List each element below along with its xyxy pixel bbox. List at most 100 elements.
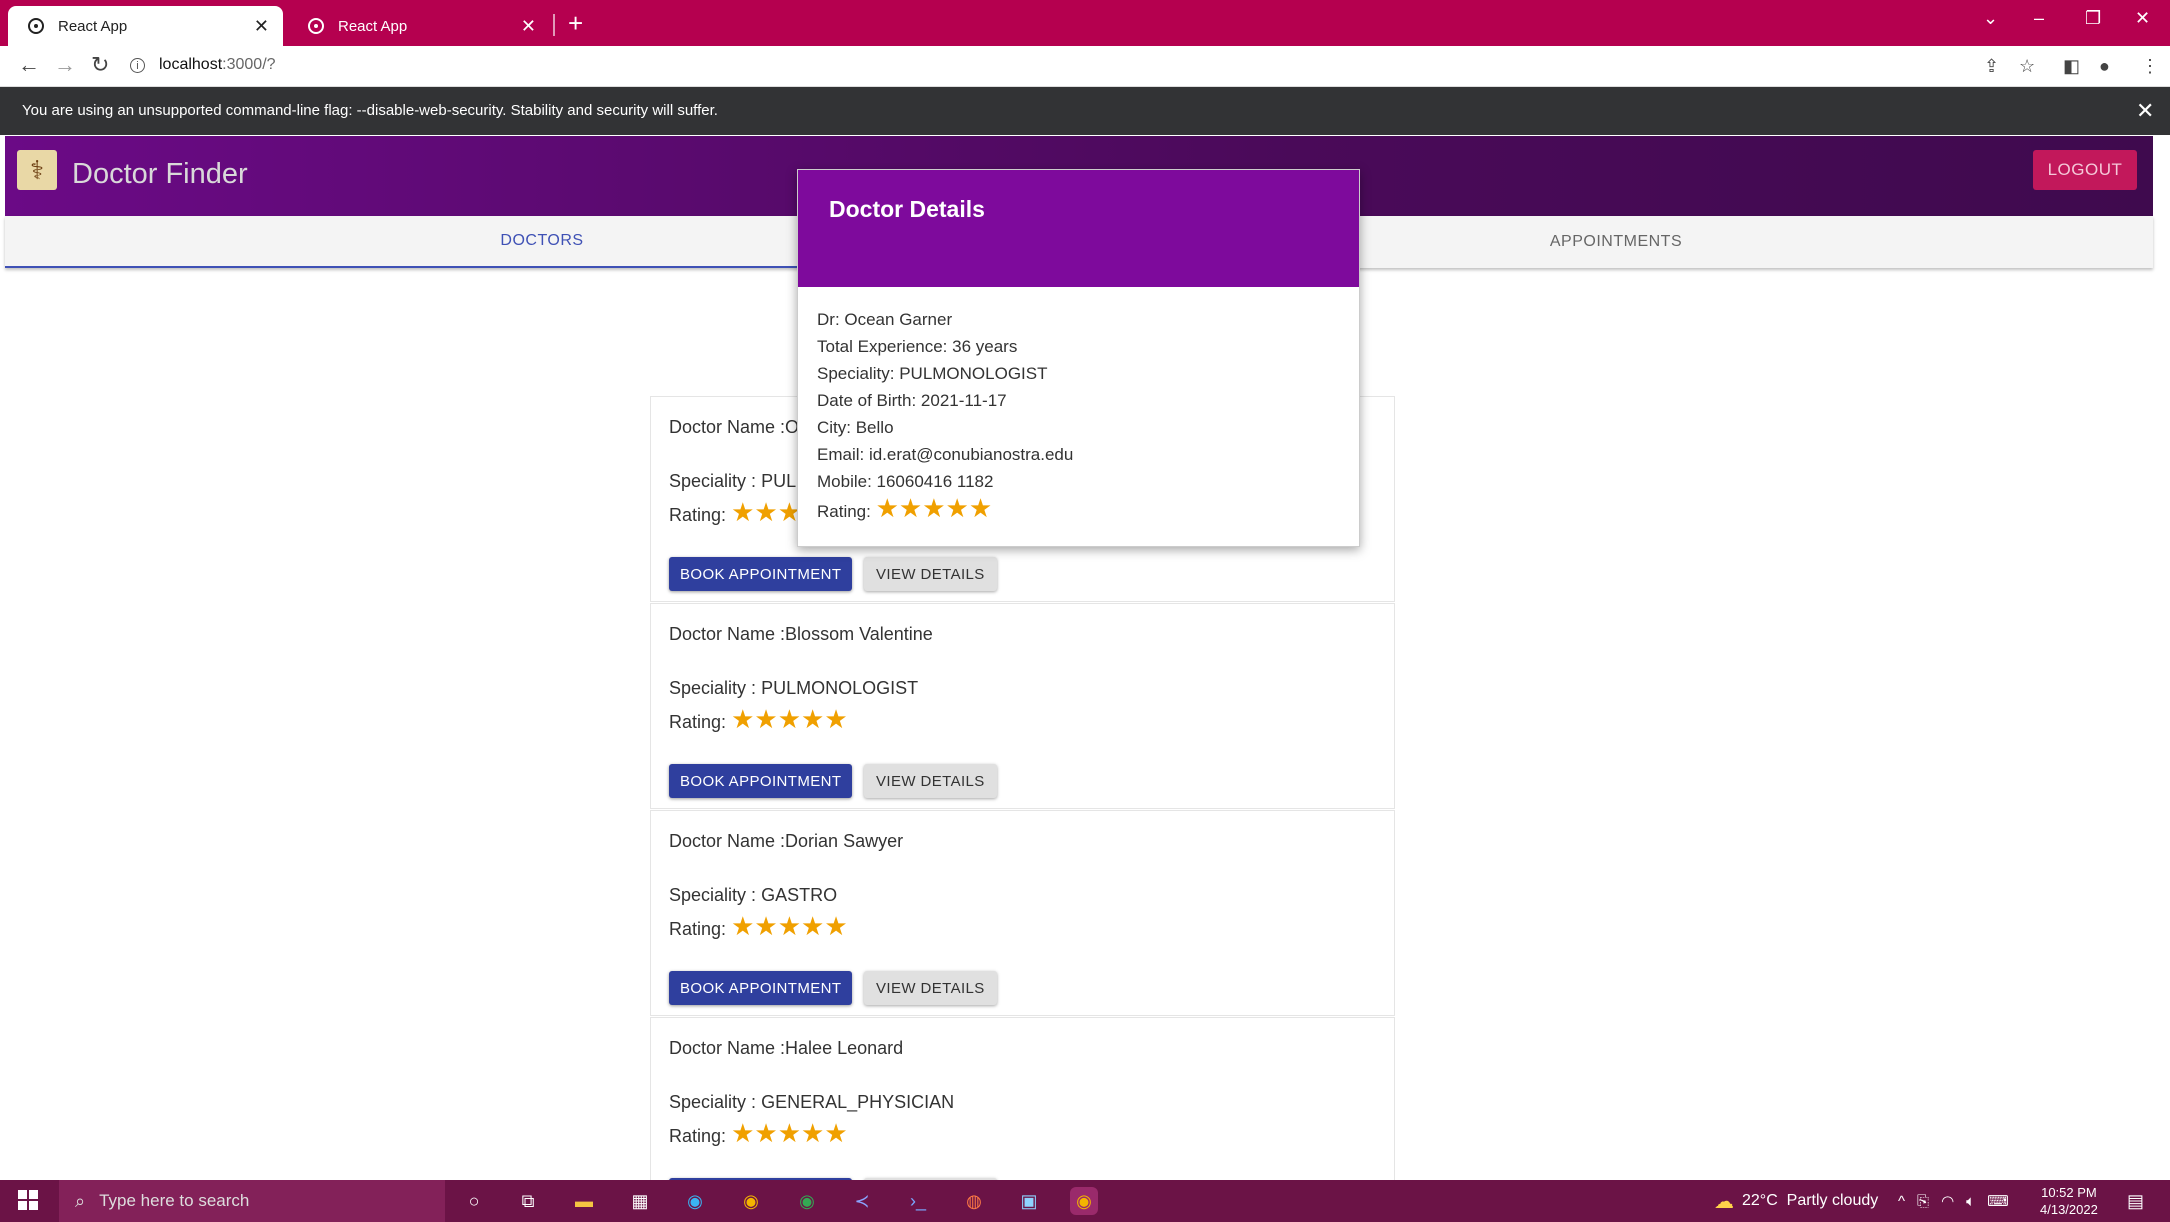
task-view-icon[interactable]: ⧉: [514, 1187, 542, 1215]
wifi-icon[interactable]: ◠: [1941, 1192, 1954, 1210]
tray-chevron-up-icon[interactable]: ^: [1898, 1193, 1905, 1210]
doctor-name: Doctor Name :O: [669, 417, 799, 438]
book-appointment-button[interactable]: BOOK APPOINTMENT: [669, 971, 853, 1005]
star-icon: ★: [754, 1118, 778, 1148]
rating-label: Rating:: [669, 1126, 727, 1146]
view-details-button[interactable]: VIEW DETAILS: [864, 971, 997, 1005]
taskbar-search[interactable]: ⌕ Type here to search: [59, 1180, 445, 1222]
star-icon: ★: [731, 1118, 755, 1148]
site-info-icon[interactable]: i: [130, 57, 145, 73]
powershell-icon[interactable]: ›_: [904, 1187, 932, 1215]
star-icon: ★: [898, 493, 923, 523]
book-appointment-button[interactable]: BOOK APPOINTMENT: [669, 557, 853, 591]
star-icon: ★: [754, 704, 778, 734]
share-icon[interactable]: ⇪: [1984, 56, 1999, 77]
star-icon: ★: [875, 493, 899, 523]
clock-time: 10:52 PM: [2041, 1185, 2097, 1200]
vscode-icon[interactable]: ≺: [848, 1187, 876, 1215]
file-explorer-icon[interactable]: ▬: [570, 1187, 598, 1215]
usb-icon[interactable]: ⎘: [1917, 1193, 1929, 1210]
windows-start-icon[interactable]: [18, 1190, 38, 1210]
back-arrow-icon[interactable]: ←: [18, 52, 40, 78]
star-icon: ★: [777, 911, 801, 941]
doctor-name: Doctor Name :Halee Leonard: [669, 1038, 903, 1059]
doctor-speciality: Speciality : GASTRO: [669, 885, 837, 906]
side-panel-icon[interactable]: ◧: [2063, 56, 2080, 77]
doctor-speciality: Speciality : PULMONOLOGIST: [669, 678, 918, 699]
rating-label: Rating:: [669, 712, 727, 732]
speciality-value: GENERAL_PHYSICIAN: [761, 1092, 955, 1112]
minimize-icon[interactable]: –: [2034, 8, 2044, 29]
window-close-icon[interactable]: ✕: [2135, 8, 2150, 29]
star-icon: ★: [824, 704, 848, 734]
tab-title: React App: [338, 17, 408, 35]
edge-icon[interactable]: ◉: [681, 1187, 709, 1215]
url-field[interactable]: i localhost:3000/?: [130, 50, 1970, 80]
new-tab-plus-icon[interactable]: +: [568, 8, 583, 39]
volume-icon[interactable]: 🔈︎: [1966, 1193, 1975, 1210]
weather-temp: 22°C: [1742, 1192, 1778, 1209]
profile-icon[interactable]: ●: [2099, 56, 2110, 77]
chrome-icon[interactable]: ◉: [737, 1187, 765, 1215]
doctor-name-prefix: Doctor Name :: [669, 624, 786, 644]
tab-close-icon[interactable]: ✕: [521, 16, 536, 37]
rating-stars: ★★★★★: [731, 911, 848, 941]
keyboard-icon[interactable]: ⌨: [1987, 1192, 2009, 1210]
speciality-prefix: Speciality :: [669, 885, 757, 905]
bookmark-star-icon[interactable]: ☆: [2019, 56, 2035, 77]
clock-date: 4/13/2022: [2040, 1202, 2098, 1217]
view-details-button[interactable]: VIEW DETAILS: [864, 764, 997, 798]
menu-dots-icon[interactable]: ⋮: [2141, 56, 2159, 77]
tab-close-icon[interactable]: ✕: [254, 16, 269, 37]
weather-widget[interactable]: ☁ 22°C Partly cloudy: [1714, 1180, 1878, 1222]
cortana-icon[interactable]: ○: [460, 1187, 488, 1215]
rating-label: Rating:: [817, 502, 871, 521]
logout-button[interactable]: LOGOUT: [2033, 150, 2137, 190]
reload-icon[interactable]: ↻: [91, 52, 109, 78]
speciality-value: GASTRO: [761, 885, 838, 905]
browser-tab-active[interactable]: React App ✕: [8, 6, 283, 46]
weather-desc: Partly cloudy: [1786, 1192, 1879, 1209]
star-icon: ★: [824, 1118, 848, 1148]
doctor-name: Doctor Name :Blossom Valentine: [669, 624, 933, 645]
browser-tab-strip: React App ✕ React App ✕ + ⌄ – ❐ ✕: [0, 0, 2170, 46]
postman-icon[interactable]: ◍: [960, 1187, 988, 1215]
star-icon: ★: [754, 497, 778, 527]
store-icon[interactable]: ▦: [626, 1187, 654, 1215]
chrome-active-icon[interactable]: ◉: [1070, 1187, 1098, 1215]
forward-arrow-icon[interactable]: →: [54, 52, 76, 78]
view-details-button[interactable]: VIEW DETAILS: [864, 557, 997, 591]
doctor-details-modal: Doctor Details Dr: Ocean Garner Total Ex…: [797, 169, 1360, 547]
tab-search-chevron-icon[interactable]: ⌄: [1983, 8, 1998, 29]
rating-stars: ★★★★★: [731, 704, 848, 734]
speciality-value: PUL: [761, 471, 797, 491]
doctor-name-prefix: Doctor Name :: [669, 1038, 786, 1058]
doctor-name-value: Blossom Valentine: [785, 624, 933, 644]
caduceus-logo-icon: ⚕: [17, 150, 57, 190]
speciality-value: PULMONOLOGIST: [761, 678, 919, 698]
star-icon: ★: [801, 704, 825, 734]
tab-separator: [553, 14, 555, 36]
star-icon: ★: [922, 493, 946, 523]
notifications-icon[interactable]: ▤: [2127, 1180, 2144, 1222]
taskbar-clock[interactable]: 10:52 PM 4/13/2022: [2040, 1184, 2098, 1218]
detail-city: City: Bello: [817, 418, 894, 437]
detail-rating: Rating: ★★★★★: [817, 495, 1073, 525]
star-icon: ★: [945, 493, 969, 523]
star-icon: ★: [731, 911, 755, 941]
book-appointment-button[interactable]: BOOK APPOINTMENT: [669, 764, 853, 798]
star-icon: ★: [777, 704, 801, 734]
partly-cloudy-icon: ☁: [1714, 1190, 1734, 1213]
react-favicon-icon: [308, 18, 324, 34]
url-host: localhost: [159, 56, 223, 73]
address-bar: ← → ↻ i localhost:3000/? ⇪ ☆ ◧ ● ⋮: [0, 46, 2170, 87]
infobar-message: You are using an unsupported command-lin…: [22, 102, 718, 119]
chrome-beta-icon[interactable]: ◉: [793, 1187, 821, 1215]
webstorm-icon[interactable]: ▣: [1015, 1187, 1043, 1215]
star-icon: ★: [824, 911, 848, 941]
system-tray: ^ ⎘ ◠ 🔈︎ ⌨: [1898, 1180, 2009, 1222]
browser-tab-inactive[interactable]: React App ✕: [288, 6, 550, 46]
infobar-close-icon[interactable]: ✕: [2136, 98, 2154, 124]
star-icon: ★: [754, 911, 778, 941]
restore-icon[interactable]: ❐: [2085, 8, 2101, 29]
